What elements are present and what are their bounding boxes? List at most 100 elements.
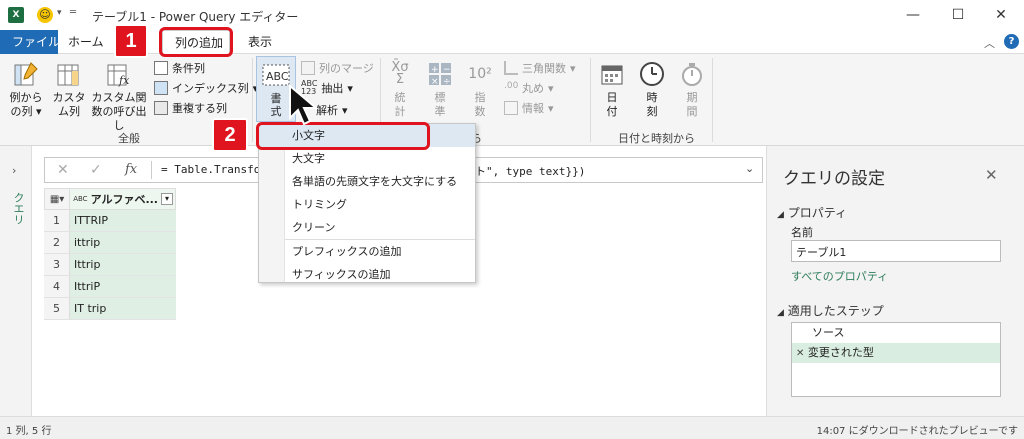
queries-pane-label[interactable]: クエリ	[10, 192, 26, 225]
query-name-value: テーブル1	[796, 246, 847, 259]
stopwatch-icon	[678, 60, 706, 88]
column-filter-icon[interactable]: ▾	[161, 193, 173, 205]
invoke-custom-function-button[interactable]: fx カスタム関数の呼び出し	[90, 60, 148, 133]
rounding-button[interactable]: .00 丸め ▾	[504, 80, 554, 96]
chevron-down-icon: ▾	[347, 81, 353, 95]
menu-item-add-suffix[interactable]: サフィックスの追加	[259, 263, 475, 286]
query-settings-pane: クエリの設定 ✕ ◢ プロパティ 名前 テーブル1 すべてのプロパティ ◢ 適用…	[766, 146, 1024, 416]
svg-text:fx: fx	[118, 74, 130, 87]
text-type-icon[interactable]: ABC	[73, 195, 87, 203]
table-row[interactable]: 5 IT trip	[44, 298, 176, 320]
menu-item-capitalize-each-word[interactable]: 各単語の先頭文字を大文字にする	[259, 170, 475, 193]
tab-view[interactable]: 表示	[236, 30, 284, 54]
table-row[interactable]: 1 ITTRIP	[44, 210, 176, 232]
menu-item-clean[interactable]: クリーン	[259, 216, 475, 239]
name-label: 名前	[791, 226, 813, 239]
delete-step-icon[interactable]: ✕	[796, 348, 804, 359]
merge-columns-button[interactable]: 列のマージ	[301, 60, 374, 76]
index-column-button[interactable]: インデックス列 ▾	[154, 80, 258, 96]
properties-header[interactable]: ◢ プロパティ	[777, 204, 847, 221]
table-cell[interactable]: ittrip	[70, 232, 176, 253]
commit-formula-icon[interactable]: ✓	[90, 162, 102, 178]
status-bar: 1 列, 5 行 14:07 にダウンロードされたプレビューです	[0, 416, 1024, 439]
column-from-examples-button[interactable]: 例からの列 ▾	[6, 60, 46, 119]
step-2-badge: 2	[212, 118, 248, 152]
standard-button[interactable]: + − × ÷ 標準	[424, 60, 456, 119]
menu-item-add-prefix[interactable]: プレフィックスの追加	[259, 240, 475, 263]
tab-home[interactable]: ホーム	[56, 30, 116, 54]
collapse-triangle-icon: ◢	[777, 308, 784, 318]
expand-formula-icon[interactable]: ⌄	[745, 162, 754, 175]
menu-item-trim[interactable]: トリミング	[259, 193, 475, 216]
step-1-badge: 1	[114, 24, 148, 58]
statistics-icon: X̄σ Σ	[391, 60, 409, 87]
duration-button[interactable]: 期間	[676, 60, 708, 119]
scientific-icon: 10²	[468, 66, 492, 82]
all-properties-link[interactable]: すべてのプロパティ	[791, 268, 888, 284]
time-button[interactable]: 時刻	[636, 60, 668, 119]
step-item[interactable]: ソース	[792, 323, 1000, 343]
data-grid: ▦▾ ABC アルファベ... ▾ 1 ITTRIP 2 ittrip 3 Ittri…	[44, 188, 176, 320]
table-row[interactable]: 3 Ittrip	[44, 254, 176, 276]
column-from-examples-label: 例からの列	[9, 91, 43, 118]
formula-text-right[interactable]: ト", type text}})	[475, 163, 585, 179]
expand-queries-icon[interactable]: ›	[12, 164, 16, 177]
table-cell[interactable]: IttriP	[70, 276, 176, 297]
help-icon[interactable]: ?	[1004, 34, 1019, 49]
conditional-column-label: 条件列	[172, 62, 205, 75]
minimize-button[interactable]: —	[890, 0, 936, 30]
formula-text-left[interactable]: = Table.Transfo	[161, 163, 260, 176]
statistics-button[interactable]: X̄σ Σ 統計	[384, 60, 416, 119]
svg-text:+: +	[431, 65, 439, 75]
information-button[interactable]: 情報 ▾	[504, 100, 554, 116]
status-row-count: 1 列, 5 行	[6, 426, 52, 437]
step-item[interactable]: ✕ 変更された型	[792, 343, 1000, 363]
clock-icon	[638, 60, 666, 88]
custom-column-button[interactable]: カスタム列	[50, 60, 88, 119]
customize-quick-access-icon[interactable]: ═	[70, 7, 76, 18]
column-header[interactable]: ABC アルファベ... ▾	[70, 189, 175, 209]
table-cell[interactable]: ITTRIP	[70, 210, 176, 231]
table-row[interactable]: 2 ittrip	[44, 232, 176, 254]
highlight-box-tab	[159, 27, 233, 57]
ribbon: 例からの列 ▾ カスタム列 fx カスタム関数の呼び出し 条件列 インデックス列…	[0, 54, 1024, 146]
merge-columns-icon	[301, 61, 315, 75]
invoke-custom-function-label: カスタム関数の呼び出し	[91, 91, 147, 132]
group-separator	[252, 58, 253, 142]
status-preview-time: 14:07 にダウンロードされたプレビューです	[816, 426, 1018, 437]
table-row[interactable]: 4 IttriP	[44, 276, 176, 298]
query-name-field[interactable]: テーブル1	[791, 240, 1001, 262]
standard-label: 標準	[434, 91, 446, 118]
duplicate-column-button[interactable]: 重複する列	[154, 100, 227, 116]
trigonometry-button[interactable]: 三角関数 ▾	[504, 60, 576, 76]
collapse-ribbon-icon[interactable]: ︿	[984, 35, 995, 51]
date-button[interactable]: 日付	[596, 60, 628, 119]
scientific-button[interactable]: 10² 指数	[464, 60, 496, 119]
close-button[interactable]: ✕	[978, 0, 1024, 30]
statistics-label: 統計	[394, 91, 406, 118]
duplicate-column-icon	[154, 101, 168, 115]
table-cell[interactable]: Ittrip	[70, 254, 176, 275]
quick-access-dropdown-icon[interactable]: ▾	[57, 8, 62, 18]
tab-file[interactable]: ファイル	[0, 30, 60, 54]
standard-icon: + − × ÷	[426, 60, 454, 88]
table-cell[interactable]: IT trip	[70, 298, 176, 319]
cancel-formula-icon[interactable]: ✕	[57, 162, 69, 178]
time-label: 時刻	[646, 91, 658, 118]
properties-header-label: プロパティ	[787, 206, 848, 220]
table-menu-icon[interactable]: ▦▾	[45, 189, 71, 209]
ribbon-tabs: ファイル ホーム 列の追加 表示 ︿ ?	[0, 30, 1024, 54]
applied-steps-header[interactable]: ◢ 適用したステップ	[777, 302, 884, 319]
duplicate-column-label: 重複する列	[172, 102, 227, 115]
svg-text:×: ×	[431, 77, 439, 86]
maximize-button[interactable]: ☐	[935, 0, 981, 30]
close-pane-icon[interactable]: ✕	[985, 166, 998, 184]
date-label: 日付	[606, 91, 618, 118]
excel-icon[interactable]: X	[8, 7, 24, 23]
smiley-icon[interactable]: ☺	[37, 7, 53, 23]
chevron-down-icon: ▾	[342, 103, 348, 117]
menu-item-uppercase[interactable]: 大文字	[259, 147, 475, 170]
fx-icon[interactable]: fx	[125, 162, 137, 177]
conditional-column-button[interactable]: 条件列	[154, 60, 205, 76]
duration-label: 期間	[686, 91, 698, 118]
